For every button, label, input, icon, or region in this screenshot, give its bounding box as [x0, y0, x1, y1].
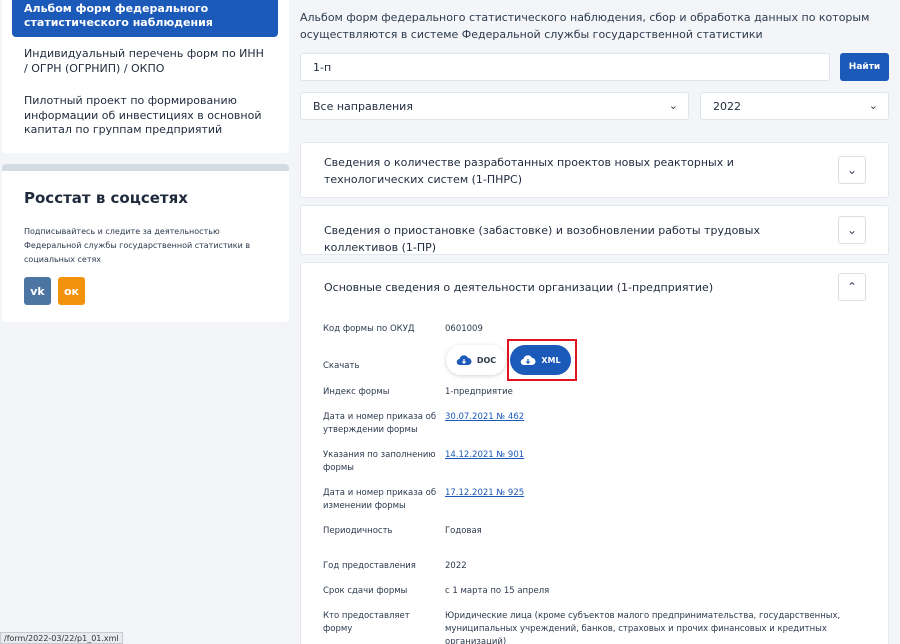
deadline-value: с 1 марта по 15 апреля — [445, 586, 550, 596]
direction-select-value: Все направления — [313, 100, 413, 113]
xml-highlight-box — [507, 339, 577, 381]
instructions-label: Указания по заполнению формы — [323, 450, 436, 473]
expand-toggle[interactable]: ⌄ — [838, 216, 866, 244]
who-label: Кто предоставляет форму — [323, 611, 410, 634]
chevron-down-icon: ⌄ — [868, 99, 878, 112]
download-label: Скачать — [323, 361, 360, 371]
collapse-toggle[interactable]: ⌃ — [838, 273, 866, 301]
form-title[interactable]: Сведения о количестве разработанных прое… — [324, 154, 814, 188]
form-title[interactable]: Основные сведения о деятельности организ… — [324, 279, 814, 296]
approval-label: Дата и номер приказа об утверждении форм… — [323, 412, 437, 435]
approval-link[interactable]: 30.07.2021 № 462 — [445, 412, 524, 422]
change-label: Дата и номер приказа об изменении формы — [323, 488, 437, 511]
year-select-value: 2022 — [713, 100, 741, 113]
year-label: Год предоставления — [323, 561, 416, 571]
vk-icon[interactable]: vk — [24, 277, 51, 305]
chevron-down-icon: ⌄ — [668, 99, 678, 112]
period-label: Периодичность — [323, 526, 393, 536]
cloud-download-icon — [456, 355, 472, 366]
year-value: 2022 — [445, 561, 467, 571]
chevron-down-icon: ⌄ — [846, 223, 858, 237]
doc-label: DOC — [476, 355, 497, 365]
sidebar-item-forms-album[interactable]: Альбом форм федерального статистического… — [12, 0, 278, 37]
sidebar-item-inn-list[interactable]: Индивидуальный перечень форм по ИНН / ОГ… — [24, 47, 264, 76]
page-title: Альбом форм федерального статистического… — [300, 11, 870, 41]
okud-label: Код формы по ОКУД — [323, 324, 415, 334]
form-title[interactable]: Сведения о приостановке (забастовке) и в… — [324, 222, 814, 256]
expand-toggle[interactable]: ⌄ — [838, 156, 866, 184]
change-link[interactable]: 17.12.2021 № 925 — [445, 488, 524, 498]
year-select[interactable]: 2022 ⌄ — [700, 92, 889, 120]
direction-select[interactable]: Все направления ⌄ — [300, 92, 689, 120]
social-card: Росстат в соцсетях Подписывайтесь и след… — [2, 164, 289, 322]
form-card-1pnrs: Сведения о количестве разработанных прое… — [300, 142, 889, 198]
social-title: Росстат в соцсетях — [24, 189, 188, 207]
deadline-label: Срок сдачи формы — [323, 586, 408, 596]
index-value: 1-предприятие — [445, 387, 513, 397]
sidebar-item-pilot-project[interactable]: Пилотный проект по формированию информац… — [24, 94, 264, 138]
download-doc-button[interactable]: DOC — [446, 345, 506, 375]
index-label: Индекс формы — [323, 387, 390, 397]
okud-value: 0601009 — [445, 324, 483, 334]
social-description: Подписывайтесь и следите за деятельность… — [24, 227, 251, 264]
form-card-1pr: Сведения о приостановке (забастовке) и в… — [300, 205, 889, 255]
instructions-link[interactable]: 14.12.2021 № 901 — [445, 450, 524, 460]
search-button[interactable]: Найти — [840, 53, 889, 81]
who-value: Юридические лица (кроме субъектов малого… — [445, 611, 841, 644]
chevron-up-icon: ⌃ — [846, 280, 858, 294]
search-input[interactable] — [300, 53, 830, 81]
status-bar-url: /form/2022-03/22/p1_01.xml — [0, 632, 123, 644]
chevron-down-icon: ⌄ — [846, 163, 858, 177]
odnoklassniki-icon[interactable]: ок — [58, 277, 85, 305]
period-value: Годовая — [445, 526, 482, 536]
